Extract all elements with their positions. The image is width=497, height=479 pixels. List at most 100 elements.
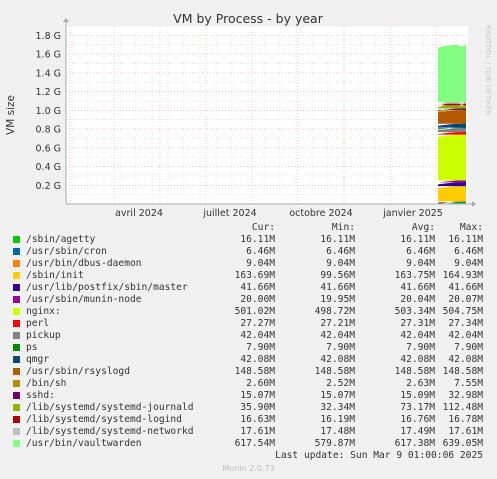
- legend-swatch: [13, 368, 20, 375]
- y-tick-label: 1.8 G: [36, 31, 62, 42]
- legend-value-min: 32.34M: [320, 402, 355, 413]
- legend-series-name: /usr/sbin/cron: [26, 246, 107, 257]
- legend-value-min: 6.46M: [326, 246, 355, 257]
- y-tick-label: 1.6 G: [36, 50, 62, 61]
- legend-value-min: 148.58M: [314, 366, 355, 377]
- y-tick-label: 1.4 G: [36, 68, 62, 79]
- legend-value-cur: 42.04M: [240, 330, 275, 341]
- legend-swatch: [13, 260, 20, 267]
- y-tick-label: 0.4 G: [36, 162, 62, 173]
- legend-value-min: 2.52M: [326, 378, 355, 389]
- x-axis-arrow: [472, 201, 476, 207]
- legend-value-max: 112.48M: [442, 402, 483, 413]
- y-axis-arrow: [63, 18, 69, 22]
- legend-swatch: [13, 428, 20, 435]
- legend-series-name: ps: [26, 342, 38, 353]
- legend-value-min: 7.90M: [326, 342, 355, 353]
- legend-value-cur: 15.07M: [240, 390, 275, 401]
- y-tick-label: 0.6 G: [36, 143, 62, 154]
- legend-rows: /sbin/agetty 16.11M 16.11M 16.11M 16.11M/usr…: [12, 234, 492, 450]
- legend-swatch: [13, 356, 20, 363]
- legend-series-name: sshd:: [26, 390, 55, 401]
- legend-value-cur: 16.63M: [240, 414, 275, 425]
- legend-series-name: /usr/lib/postfix/sbin/master: [26, 282, 188, 293]
- x-tick-label: avril 2024: [115, 208, 163, 219]
- legend-value-max: 164.93M: [442, 270, 483, 281]
- legend-series-name: perl: [26, 318, 50, 329]
- legend-value-min: 498.72M: [314, 306, 355, 317]
- legend-value-cur: 42.08M: [240, 354, 275, 365]
- legend-value-cur: 163.69M: [234, 270, 275, 281]
- legend-value-cur: 148.58M: [234, 366, 275, 377]
- legend-value-max: 27.34M: [448, 318, 483, 329]
- legend-value-min: 41.66M: [320, 282, 355, 293]
- legend-series-name: pickup: [26, 330, 61, 341]
- legend-row: /usr/bin/dbus-daemon 9.04M 9.04M 9.04M 9.04M: [12, 258, 492, 270]
- legend-value-min: 42.04M: [320, 330, 355, 341]
- legend-series-name: /lib/systemd/systemd-networkd: [26, 426, 194, 437]
- legend-value-max: 504.75M: [442, 306, 483, 317]
- legend-value-cur: 7.90M: [246, 342, 275, 353]
- legend-value-cur: 617.54M: [234, 438, 275, 449]
- legend-value-min: 42.08M: [320, 354, 355, 365]
- legend-header: Cur: Min: Avg: Max:: [12, 222, 492, 234]
- legend-row: /lib/systemd/systemd-logind 16.63M 16.19M 1…: [12, 414, 492, 426]
- legend-value-cur: 35.90M: [240, 402, 275, 413]
- legend-series-name: qmgr: [26, 354, 50, 365]
- legend-value-cur: 6.46M: [246, 246, 275, 257]
- legend-swatch: [13, 320, 20, 327]
- legend-swatch: [13, 380, 20, 387]
- legend-value-min: 16.19M: [320, 414, 355, 425]
- legend-row: ps 7.90M 7.90M 7.90M 7.90M: [12, 342, 492, 354]
- legend-value-min: 579.87M: [314, 438, 355, 449]
- legend-value-max: 7.90M: [454, 342, 483, 353]
- legend-series-name: /sbin/init: [26, 270, 84, 281]
- legend-row: /usr/sbin/munin-node 20.00M 19.95M 20.04M 20…: [12, 294, 492, 306]
- legend-value-min: 17.48M: [320, 426, 355, 437]
- legend-value-cur: 501.02M: [234, 306, 275, 317]
- legend-swatch: [13, 404, 20, 411]
- legend-value-cur: 16.11M: [240, 234, 275, 245]
- chart-title: VM by Process - by year: [173, 11, 324, 26]
- legend-series-name: /lib/systemd/systemd-logind: [26, 414, 182, 425]
- legend-series-name: nginx:: [26, 306, 61, 317]
- header-cur: Cur:: [251, 222, 275, 233]
- legend-value-cur: 2.60M: [246, 378, 275, 389]
- legend-value-max: 42.08M: [448, 354, 483, 365]
- legend-swatch: [13, 440, 20, 447]
- header-min: Min:: [331, 222, 355, 233]
- legend-row: perl 27.27M 27.21M 27.31M 27.34M: [12, 318, 492, 330]
- legend-row: /sbin/init 163.69M 99.56M 163.75M 164.93M: [12, 270, 492, 282]
- legend-series-name: /usr/sbin/munin-node: [26, 294, 142, 305]
- legend-value-min: 15.07M: [320, 390, 355, 401]
- legend-swatch: [13, 248, 20, 255]
- legend-value-min: 99.56M: [320, 270, 355, 281]
- y-tick-labels: 0.2 G 0.4 G 0.6 G 0.8 G 1.0 G 1.2 G 1.4 G 1.6 G…: [36, 31, 62, 192]
- y-tick-label: 0.2 G: [36, 181, 62, 192]
- legend-value-min: 19.95M: [320, 294, 355, 305]
- legend-value-max: 16.78M: [448, 414, 483, 425]
- series-area: [438, 133, 466, 181]
- legend-value-max: 17.61M: [448, 426, 483, 437]
- legend-row: /lib/systemd/systemd-networkd 17.61M 17.48…: [12, 426, 492, 438]
- legend-value-max: 41.66M: [448, 282, 483, 293]
- legend-series-name: /usr/sbin/rsyslogd: [26, 366, 130, 377]
- y-tick-label: 0.8 G: [36, 125, 62, 136]
- legend-swatch: [13, 272, 20, 279]
- legend: Cur: Min: Avg: Max: /sbin/agetty 16.11M 16…: [12, 222, 492, 450]
- y-tick-label: 1.2 G: [36, 87, 62, 98]
- legend-swatch: [13, 416, 20, 423]
- plot-area: [66, 26, 468, 204]
- legend-value-cur: 17.61M: [240, 426, 275, 437]
- legend-series-name: /bin/sh: [26, 378, 67, 389]
- legend-row: /usr/lib/postfix/sbin/master 41.66M 41.66M…: [12, 282, 492, 294]
- legend-value-max: 16.11M: [448, 234, 483, 245]
- legend-swatch: [13, 344, 20, 351]
- y-tick-label: 1.0 G: [36, 106, 62, 117]
- legend-swatch: [13, 296, 20, 303]
- header-max: Max:: [459, 222, 483, 233]
- legend-row: /usr/bin/vaultwarden 617.54M 579.87M 617.38…: [12, 438, 492, 450]
- legend-series-name: /usr/bin/vaultwarden: [26, 438, 142, 449]
- legend-series-name: /sbin/agetty: [26, 234, 96, 245]
- x-tick-labels: avril 2024 juillet 2024 octobre 2024 janvie…: [115, 208, 443, 219]
